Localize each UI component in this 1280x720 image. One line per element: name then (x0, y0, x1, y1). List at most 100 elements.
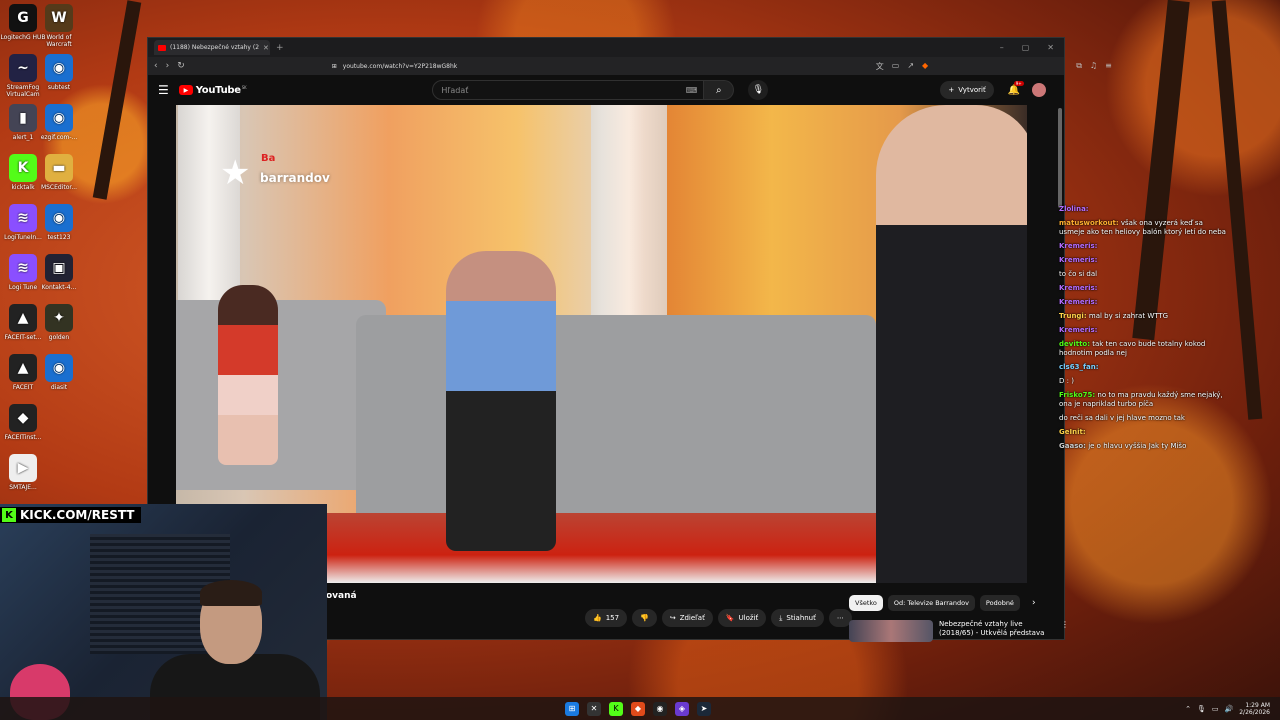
desktop-icon[interactable]: ✦ golden (36, 304, 82, 341)
desktop-icon[interactable]: ◉ subtest (36, 54, 82, 91)
chat-message: D : ) (1059, 377, 1229, 386)
voice-search-button[interactable]: 🎙 (748, 80, 769, 100)
desktop-icon-label: diasit (50, 384, 68, 391)
search-placeholder: Hľadať (441, 85, 469, 95)
chip-related[interactable]: Podobné (979, 595, 1020, 611)
desktop-icon[interactable]: ◉ ezgif.com-... (36, 104, 82, 141)
dislike-button[interactable]: 👎 (632, 609, 657, 627)
site-info-icon[interactable]: ⊞ (332, 63, 337, 70)
bookmark-icon: 🔖 (725, 614, 735, 622)
app-icon: ◉ (45, 104, 73, 132)
close-window-icon[interactable]: ✕ (1047, 43, 1054, 52)
reload-icon[interactable]: ↻ (177, 61, 185, 71)
channel-tag: Ba (261, 153, 276, 164)
search-input[interactable]: Hľadať ⌨ (432, 80, 705, 100)
clock[interactable]: 1:29 AM 2/26/2026 (1239, 702, 1270, 716)
chevron-right-icon[interactable]: › (1032, 598, 1036, 608)
xbox-icon[interactable]: ✕ (587, 701, 601, 716)
chat-username[interactable]: Kremeris: (1059, 326, 1097, 334)
close-tab-icon[interactable]: ✕ (263, 44, 269, 52)
mic-tray-icon[interactable]: 🎙 (1197, 705, 1206, 713)
chat-text: je o hlavu vyššia Jak ty Mišo (1088, 442, 1187, 450)
address-bar[interactable]: ⊞ youtube.com/watch?v=Y2P218wG8hk (327, 59, 868, 73)
chip-all[interactable]: Všetko (849, 595, 883, 611)
media-icon[interactable]: ♫ (1090, 61, 1097, 72)
sofa (356, 315, 876, 525)
app-icon: ◉ (45, 354, 73, 382)
chat-username[interactable]: cls63_fan: (1059, 363, 1099, 371)
desktop-icon[interactable]: ◉ diasit (36, 354, 82, 391)
kick-icon[interactable]: K (609, 701, 623, 716)
search-button[interactable]: ⌕ (704, 80, 735, 100)
page-scrollbar[interactable] (1058, 108, 1062, 208)
volume-icon[interactable]: 🔊 (1225, 705, 1234, 713)
recommended-thumbnail[interactable] (849, 620, 933, 642)
kick-banner: K KICK.COM/RESTT (0, 507, 141, 523)
chat-username[interactable]: Kremeris: (1059, 242, 1097, 250)
youtube-favicon-icon (158, 44, 166, 51)
more-vert-icon[interactable]: ⋮ (1061, 620, 1069, 642)
translate-icon[interactable]: 文 (876, 61, 884, 72)
new-tab-icon[interactable]: + (276, 43, 284, 53)
maximize-icon[interactable]: ▢ (1022, 43, 1030, 52)
share-icon: ↪ (669, 614, 676, 622)
like-count: 157 (605, 614, 620, 622)
chat-username[interactable]: Trungi: (1059, 312, 1087, 320)
youtube-play-icon: ▶ (178, 85, 193, 95)
menu-icon[interactable]: ≡ (1105, 61, 1112, 72)
extensions-icon[interactable]: ⧉ (1076, 61, 1082, 72)
create-button[interactable]: + Vytvoriť (940, 81, 994, 99)
chat-username[interactable]: Kremeris: (1059, 298, 1097, 306)
back-icon[interactable]: ‹ (154, 61, 158, 71)
youtube-logo[interactable]: ▶ YouTube SK (178, 85, 247, 96)
minimize-icon[interactable]: – (1000, 43, 1004, 52)
desktop-icon-label: test123 (47, 234, 71, 241)
chat-username[interactable]: Zlolina: (1059, 205, 1089, 213)
download-button[interactable]: ⤓ Stiahnuť (771, 609, 824, 627)
recommended-title[interactable]: Nebezpečné vztahy live (2018/65) - Utkvě… (939, 620, 1049, 642)
chevron-up-icon[interactable]: ⌃ (1185, 705, 1191, 713)
chip-from-channel[interactable]: Od: Televize Barrandov (887, 595, 975, 611)
mic-icon: 🎙 (752, 85, 765, 95)
avatar[interactable] (1032, 83, 1047, 97)
chat-text: do reči sa dali v jej hlave mozno tak (1059, 414, 1185, 422)
chat-username[interactable]: Gaaso: (1059, 442, 1086, 450)
like-button[interactable]: 👍 157 (585, 609, 628, 627)
save-button[interactable]: 🔖 Uložiť (717, 609, 767, 627)
hamburger-icon[interactable]: ☰ (158, 83, 169, 97)
share-page-icon[interactable]: ↗ (907, 61, 914, 72)
chat-message: to čo si dal (1059, 270, 1229, 279)
keyboard-icon[interactable]: ⌨ (686, 86, 698, 95)
guest-woman (218, 285, 278, 465)
chat-username[interactable]: Kremeris: (1059, 284, 1097, 292)
brave-icon[interactable]: ◆ (631, 701, 645, 716)
desktop-icon[interactable]: ◆ FACEITinst... (0, 404, 46, 441)
app-icon: ▲ (9, 354, 37, 382)
cast-icon[interactable]: ▭ (892, 61, 900, 72)
chat-username[interactable]: Kremeris: (1059, 256, 1097, 264)
desktop-icon-label: MSCEditor... (40, 184, 78, 191)
chat-message: Kremeris: (1059, 326, 1229, 335)
share-button[interactable]: ↪ Zdieľať (661, 609, 713, 627)
desktop-icon[interactable]: ▶ SMTAJE... (0, 454, 46, 491)
save-label: Uložiť (738, 614, 759, 622)
chat-username[interactable]: matusworkout: (1059, 219, 1119, 227)
chat-username[interactable]: Frisko75: (1059, 391, 1095, 399)
browser-tab[interactable]: (1188) Nebezpečné vztahy (2 ✕ (154, 40, 270, 55)
desktop-icon[interactable]: ▬ MSCEditor... (36, 154, 82, 191)
chat-username[interactable]: GeInit: (1059, 428, 1086, 436)
notifications-button[interactable]: 🔔 9+ (1008, 80, 1024, 96)
chat-username[interactable]: devitto: (1059, 340, 1090, 348)
recommended-video[interactable]: Nebezpečné vztahy live (2018/65) - Utkvě… (849, 620, 1069, 642)
forward-icon[interactable]: › (166, 61, 170, 71)
desktop-icon[interactable]: W World of Warcraft (36, 4, 82, 48)
desktop-icon[interactable]: ▣ Kontakt-4... (36, 254, 82, 291)
chat-message: cls63_fan: (1059, 363, 1229, 372)
shield-icon[interactable]: ◆ (922, 61, 928, 72)
steam-icon[interactable]: ➤ (697, 701, 711, 716)
monitor-icon[interactable]: ▭ (1212, 705, 1219, 713)
start-icon[interactable]: ⊞ (565, 701, 579, 716)
desktop-icon[interactable]: ◉ test123 (36, 204, 82, 241)
obs-icon[interactable]: ◉ (653, 701, 667, 716)
twitch-icon[interactable]: ◈ (675, 701, 689, 716)
